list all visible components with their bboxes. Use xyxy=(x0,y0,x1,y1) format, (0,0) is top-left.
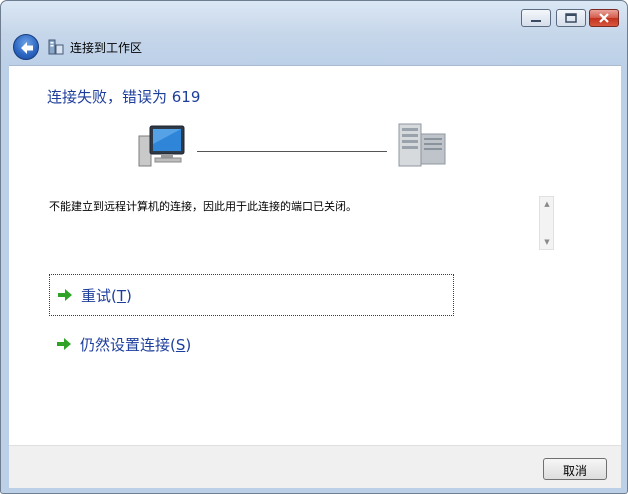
content-area: 连接失败，错误为 619 不能建立到远程计算机的连接，因此用于此连接的端口已关闭… xyxy=(9,65,621,446)
title-bar[interactable] xyxy=(1,1,627,31)
description-scrollbar[interactable]: ▲ ▼ xyxy=(539,196,554,250)
maximize-button[interactable] xyxy=(556,9,586,27)
workplace-network-icon xyxy=(48,39,64,55)
minimize-icon xyxy=(531,20,541,22)
continue-setup-option[interactable]: 仍然设置连接(S) xyxy=(49,324,454,366)
header-bar: 连接到工作区 xyxy=(7,31,621,65)
minimize-button[interactable] xyxy=(521,9,551,27)
close-button[interactable] xyxy=(589,9,619,27)
green-arrow-icon xyxy=(58,289,72,301)
continue-setup-label: 仍然设置连接(S) xyxy=(80,336,192,354)
connection-line xyxy=(197,151,387,152)
cancel-button[interactable]: 取消 xyxy=(543,458,607,480)
scroll-up-icon[interactable]: ▲ xyxy=(543,200,551,208)
green-arrow-icon xyxy=(57,338,71,350)
server-icon xyxy=(398,123,446,167)
retry-option[interactable]: 重试(T) xyxy=(49,274,454,316)
back-button[interactable] xyxy=(13,34,39,60)
back-arrow-icon xyxy=(21,42,33,54)
computer-icon xyxy=(138,125,185,167)
scroll-down-icon[interactable]: ▼ xyxy=(543,238,551,246)
footer-bar: 取消 xyxy=(9,445,621,488)
dialog-window: 连接到工作区 连接失败，错误为 619 不能建立到远程计算机的连接，因此用于此连… xyxy=(0,0,628,494)
main-title: 连接失败，错误为 619 xyxy=(47,88,201,106)
maximize-icon xyxy=(565,13,577,23)
retry-label: 重试(T) xyxy=(81,287,132,305)
close-icon xyxy=(599,13,609,23)
window-title: 连接到工作区 xyxy=(70,41,143,55)
error-description: 不能建立到远程计算机的连接，因此用于此连接的端口已关闭。 xyxy=(49,200,357,213)
